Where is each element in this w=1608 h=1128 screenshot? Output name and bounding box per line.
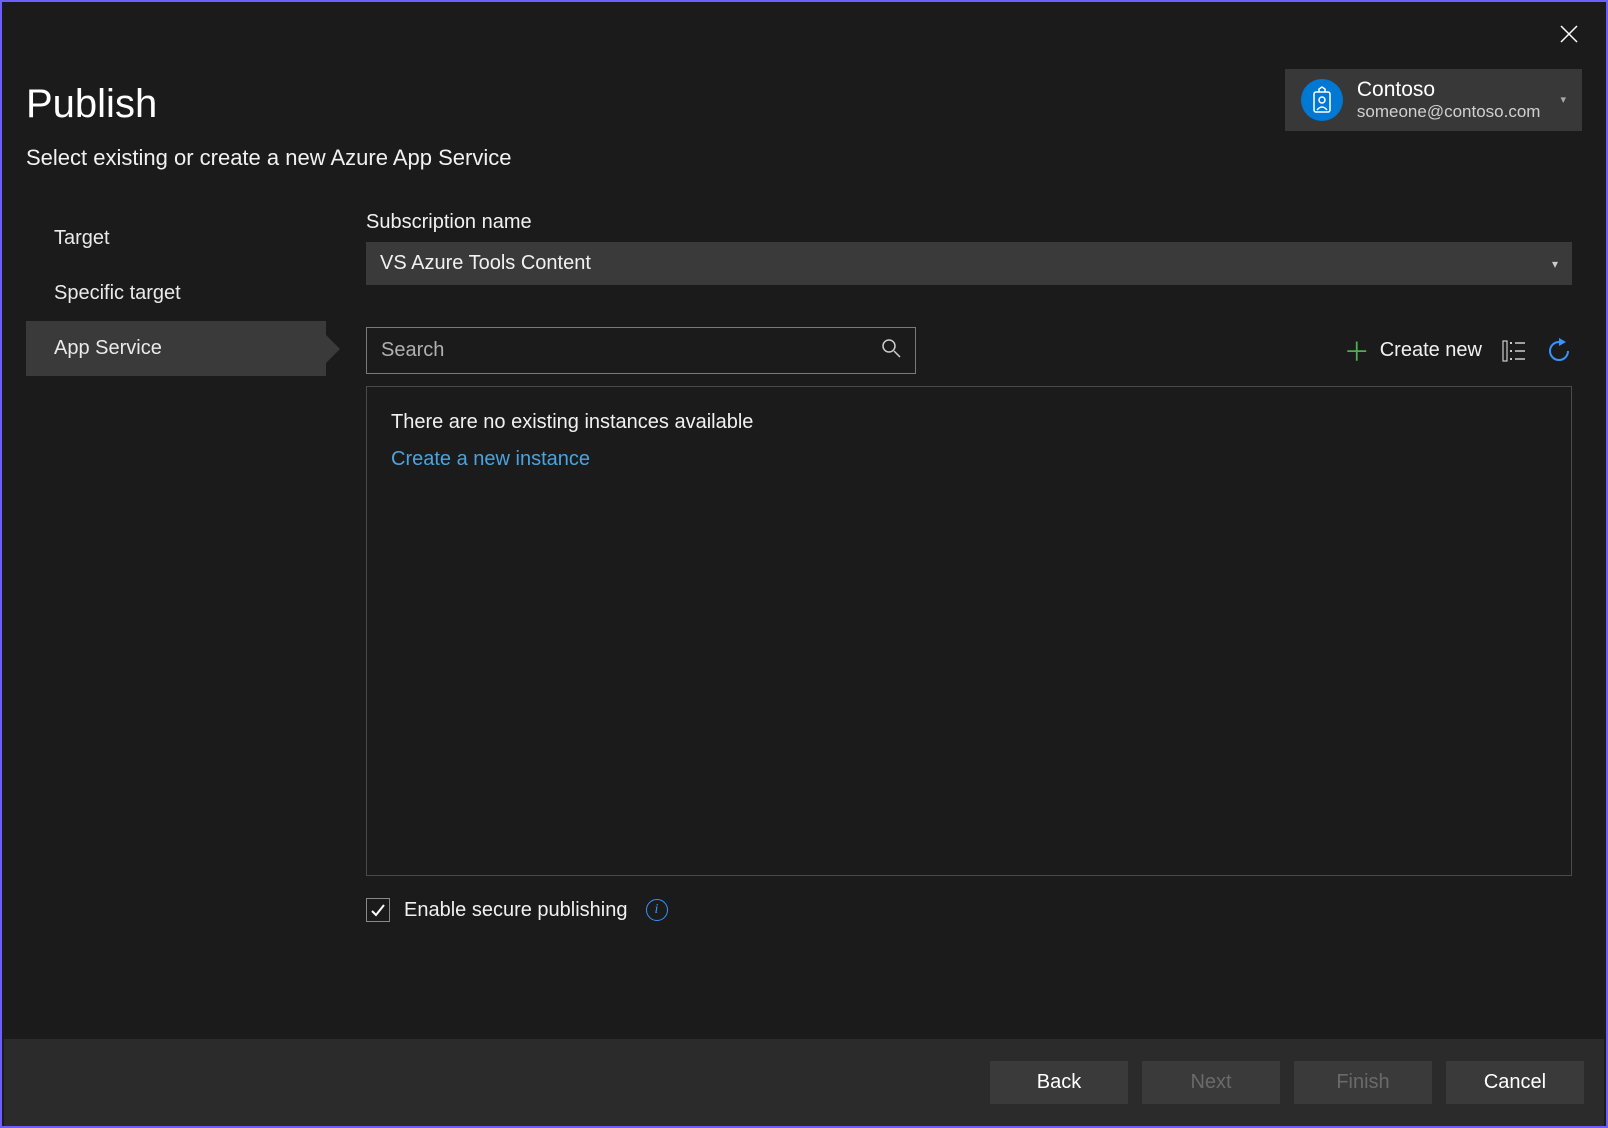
sidebar-item-label: App Service <box>54 337 162 359</box>
account-name: Contoso <box>1357 77 1541 102</box>
close-icon[interactable] <box>1560 22 1578 50</box>
subscription-value: VS Azure Tools Content <box>380 252 591 275</box>
refresh-icon[interactable] <box>1546 338 1572 364</box>
account-email: someone@contoso.com <box>1357 102 1541 122</box>
info-icon[interactable]: i <box>646 899 668 921</box>
badge-icon <box>1301 79 1343 121</box>
secure-publishing-label: Enable secure publishing <box>404 899 628 922</box>
search-box[interactable] <box>366 327 916 374</box>
tree-view-icon[interactable] <box>1502 340 1526 362</box>
secure-publishing-checkbox[interactable] <box>366 898 390 922</box>
create-new-button[interactable]: ＋ Create new <box>1344 332 1482 369</box>
back-button[interactable]: Back <box>990 1061 1128 1104</box>
sidebar-item-label: Specific target <box>54 282 181 304</box>
account-text: Contoso someone@contoso.com <box>1357 77 1541 123</box>
cancel-button[interactable]: Cancel <box>1446 1061 1584 1104</box>
subscription-dropdown[interactable]: VS Azure Tools Content ▾ <box>366 242 1572 285</box>
chevron-down-icon: ▾ <box>1552 257 1558 271</box>
finish-button: Finish <box>1294 1061 1432 1104</box>
sidebar-item-target[interactable]: Target <box>26 211 326 266</box>
page-subtitle: Select existing or create a new Azure Ap… <box>2 127 1606 171</box>
instances-panel: There are no existing instances availabl… <box>366 386 1572 876</box>
search-input[interactable] <box>381 339 881 362</box>
sidebar-item-app-service[interactable]: App Service <box>26 321 326 376</box>
create-instance-link[interactable]: Create a new instance <box>391 448 1547 471</box>
empty-instances-message: There are no existing instances availabl… <box>391 411 1547 434</box>
account-selector[interactable]: Contoso someone@contoso.com ▾ <box>1285 69 1582 131</box>
next-button: Next <box>1142 1061 1280 1104</box>
subscription-label: Subscription name <box>366 211 1572 234</box>
sidebar-item-label: Target <box>54 227 110 249</box>
sidebar-item-specific-target[interactable]: Specific target <box>26 266 326 321</box>
wizard-sidebar: Target Specific target App Service <box>26 211 326 922</box>
chevron-down-icon: ▾ <box>1560 93 1566 106</box>
dialog-footer: Back Next Finish Cancel <box>4 1039 1604 1126</box>
plus-icon: ＋ <box>1344 332 1370 369</box>
create-new-label: Create new <box>1380 339 1482 362</box>
search-icon <box>881 338 901 363</box>
